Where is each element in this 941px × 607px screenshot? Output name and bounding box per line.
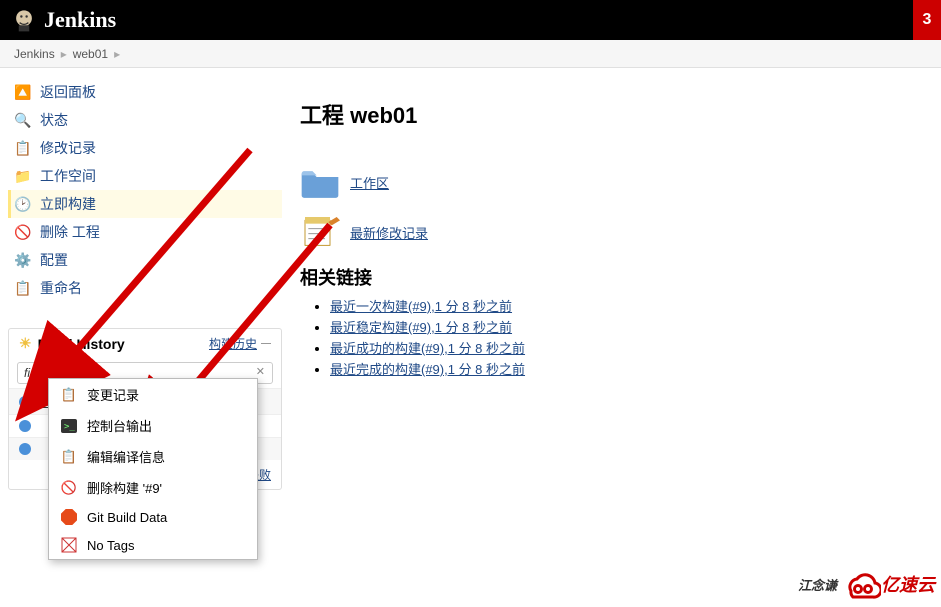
git-icon	[59, 509, 79, 525]
side-delete[interactable]: 🚫 删除 工程	[8, 218, 282, 246]
menu-git-data[interactable]: Git Build Data	[49, 503, 257, 531]
menu-label: Git Build Data	[87, 510, 167, 525]
related-links-title: 相关链接	[300, 264, 931, 290]
workspace-link[interactable]: 工作区	[350, 173, 389, 192]
menu-console[interactable]: >_ 控制台输出	[49, 410, 257, 441]
notepad-icon: 📋	[59, 387, 79, 403]
watermark-text: 江念谦	[798, 575, 837, 594]
watermark-brand: 亿速云	[881, 571, 935, 597]
notepad-icon	[300, 214, 340, 250]
notepad-icon: 📋	[12, 140, 34, 157]
side-label[interactable]: 修改记录	[40, 138, 96, 158]
svg-text:>_: >_	[64, 422, 75, 432]
build-status-orb-icon	[19, 420, 31, 432]
side-label[interactable]: 重命名	[40, 278, 82, 298]
related-link[interactable]: 最近稳定构建(#9),1 分 8 秒之前	[330, 320, 512, 335]
notepad-icon: 📋	[59, 449, 79, 465]
side-configure[interactable]: ⚙️ 配置	[8, 246, 282, 274]
folder-icon	[300, 164, 340, 200]
breadcrumb-item[interactable]: web01	[73, 47, 108, 61]
page-title: 工程 web01	[300, 98, 931, 130]
related-link[interactable]: 最近完成的构建(#9),1 分 8 秒之前	[330, 362, 525, 377]
build-context-menu: 📋 变更记录 >_ 控制台输出 📋 编辑编译信息 🚫 删除构建 '#9' Git Bui…	[48, 378, 258, 560]
gear-icon: ⚙️	[12, 252, 34, 269]
related-links-list: 最近一次构建(#9),1 分 8 秒之前 最近稳定构建(#9),1 分 8 秒之…	[330, 296, 931, 378]
menu-label: 删除构建 '#9'	[87, 478, 162, 497]
top-header: Jenkins 3	[0, 0, 941, 40]
clear-icon[interactable]: ✕	[256, 365, 265, 378]
build-status-orb-icon	[19, 396, 31, 408]
side-workspace[interactable]: 📁 工作空间	[8, 162, 282, 190]
related-link[interactable]: 最近成功的构建(#9),1 分 8 秒之前	[330, 341, 525, 356]
side-rename[interactable]: 📋 重命名	[8, 274, 282, 302]
minimize-icon[interactable]: —	[261, 338, 271, 349]
main-panel: 工程 web01 工作区 最新修改记录 相关链接 最近一次构建(#9),1 分 …	[290, 68, 941, 500]
side-label[interactable]: 删除 工程	[40, 222, 100, 242]
list-item: 最近成功的构建(#9),1 分 8 秒之前	[330, 338, 931, 357]
side-status[interactable]: 🔍 状态	[8, 106, 282, 134]
menu-label: 编辑编译信息	[87, 447, 165, 466]
breadcrumb: Jenkins ▸ web01 ▸	[0, 40, 941, 68]
tag-icon	[59, 537, 79, 553]
menu-label: 变更记录	[87, 385, 139, 404]
notification-badge[interactable]: 3	[913, 0, 941, 40]
side-back[interactable]: 🔼 返回面板	[8, 78, 282, 106]
clock-icon: 🕑	[12, 196, 34, 213]
side-changes[interactable]: 📋 修改记录	[8, 134, 282, 162]
list-item: 最近一次构建(#9),1 分 8 秒之前	[330, 296, 931, 315]
side-label[interactable]: 状态	[40, 110, 68, 130]
folder-icon: 📁	[12, 168, 34, 185]
menu-no-tags[interactable]: No Tags	[49, 531, 257, 559]
terminal-icon: >_	[59, 419, 79, 433]
menu-label: 控制台输出	[87, 416, 152, 435]
side-label[interactable]: 立即构建	[40, 194, 96, 214]
no-icon: 🚫	[59, 480, 79, 496]
cloud-logo-icon	[841, 567, 881, 601]
menu-delete-build[interactable]: 🚫 删除构建 '#9'	[49, 472, 257, 503]
side-label[interactable]: 工作空间	[40, 166, 96, 186]
search-icon: 🔍	[12, 112, 34, 129]
menu-label: No Tags	[87, 538, 134, 553]
build-status-orb-icon	[19, 443, 31, 455]
related-link[interactable]: 最近一次构建(#9),1 分 8 秒之前	[330, 299, 512, 314]
sun-icon: ☀	[19, 335, 32, 352]
notepad-icon: 📋	[12, 280, 34, 297]
breadcrumb-item[interactable]: Jenkins	[14, 47, 55, 61]
chevron-right-icon: ▸	[61, 47, 67, 61]
build-history-title: Build History	[38, 336, 209, 352]
menu-changes[interactable]: 📋 变更记录	[49, 379, 257, 410]
list-item: 最近完成的构建(#9),1 分 8 秒之前	[330, 359, 931, 378]
side-build-now[interactable]: 🕑 立即构建	[8, 190, 282, 218]
menu-edit-info[interactable]: 📋 编辑编译信息	[49, 441, 257, 472]
brand-title[interactable]: Jenkins	[44, 7, 116, 33]
side-label[interactable]: 配置	[40, 250, 68, 270]
recent-changes-row[interactable]: 最新修改记录	[300, 214, 931, 250]
jenkins-logo-icon	[10, 6, 38, 34]
side-label[interactable]: 返回面板	[40, 82, 96, 102]
workspace-row[interactable]: 工作区	[300, 164, 931, 200]
up-arrow-icon: 🔼	[12, 84, 34, 101]
build-trend-link[interactable]: 构建历史	[209, 335, 257, 352]
build-history-header: ☀ Build History 构建历史 —	[9, 329, 281, 358]
list-item: 最近稳定构建(#9),1 分 8 秒之前	[330, 317, 931, 336]
no-icon: 🚫	[12, 224, 34, 241]
watermark: 江念谦 亿速云	[798, 567, 935, 601]
chevron-right-icon: ▸	[114, 47, 120, 61]
recent-changes-link[interactable]: 最新修改记录	[350, 223, 428, 242]
